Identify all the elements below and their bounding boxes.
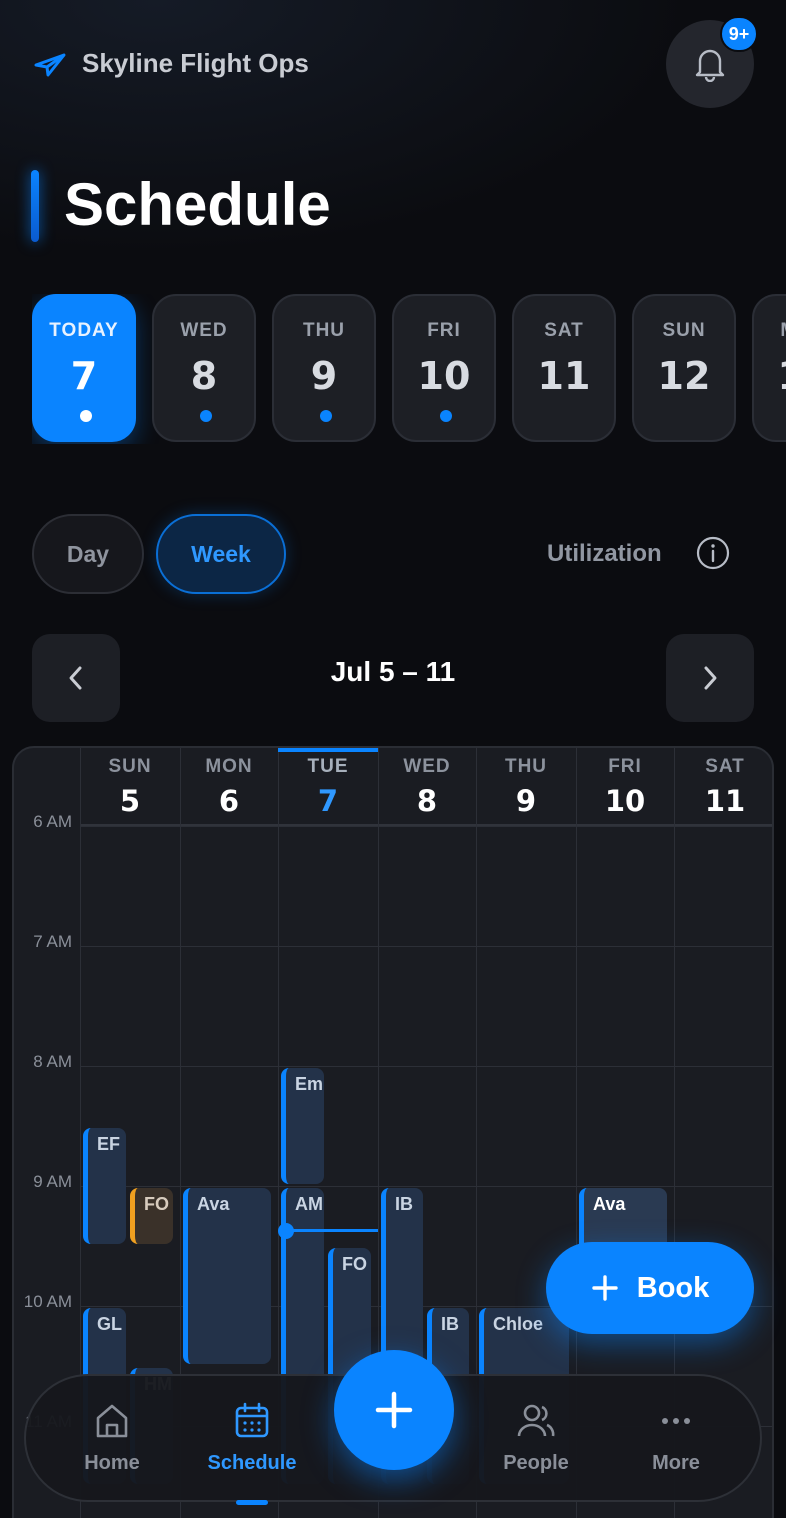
tab-label: Schedule <box>207 1452 297 1474</box>
day-header-sun[interactable]: SUN 5 <box>80 748 180 824</box>
info-icon[interactable] <box>696 536 730 570</box>
hour-label: 10 AM <box>23 1292 72 1311</box>
date-card-dow: SUN <box>662 320 706 341</box>
day-header-fri[interactable]: FRI 10 <box>576 748 674 824</box>
date-card-fri[interactable]: FRI 10 <box>392 294 496 442</box>
tab-more[interactable]: More <box>606 1400 746 1475</box>
date-card-day: 10 <box>417 354 471 398</box>
book-button[interactable]: Book <box>546 1242 754 1334</box>
tab-people[interactable]: People <box>466 1400 606 1475</box>
day-header-thu[interactable]: THU 9 <box>476 748 576 824</box>
plus-icon <box>592 1275 618 1301</box>
week-view-toggle[interactable]: Week <box>156 514 286 594</box>
day-header-date: 10 <box>604 784 646 818</box>
brand: Skyline Flight Ops <box>34 48 309 79</box>
schedule-event[interactable]: EF <box>83 1128 126 1244</box>
chevron-right-icon <box>704 666 717 690</box>
grid-hour-line <box>80 946 772 947</box>
day-header-dow: SAT <box>705 756 745 777</box>
day-header-date: 5 <box>119 784 141 818</box>
current-time-line <box>284 1229 378 1232</box>
hour-label: 7 AM <box>33 932 72 951</box>
event-dot <box>320 410 332 422</box>
date-card-dow: SAT <box>544 320 584 341</box>
schedule-event[interactable]: Emma <box>281 1068 324 1184</box>
day-header-date: 7 <box>317 784 339 818</box>
date-card-dow: MON <box>754 320 786 342</box>
date-card-sat[interactable]: SAT 11 <box>512 294 616 442</box>
date-card-today[interactable]: TODAY 7 <box>32 294 136 442</box>
date-strip: TODAY 7 WED 8 THU 9 FRI 10 SAT 11 SUN 12… <box>32 294 786 444</box>
grid-hour-line <box>80 826 772 827</box>
chevron-left-icon <box>69 666 82 690</box>
event-dot <box>80 410 92 422</box>
date-card-day: 9 <box>310 354 338 398</box>
event-dot <box>200 410 212 422</box>
add-fab-button[interactable] <box>334 1350 454 1470</box>
date-card-dow: THU <box>302 320 346 341</box>
next-week-button[interactable] <box>666 634 754 722</box>
day-header-mon[interactable]: MON 6 <box>180 748 278 824</box>
day-header-sat[interactable]: SAT 11 <box>674 748 772 824</box>
date-card-thu[interactable]: THU 9 <box>272 294 376 442</box>
day-header-date: 8 <box>416 784 438 818</box>
book-button-label: Book <box>636 1271 710 1304</box>
hour-label: 6 AM <box>33 812 72 831</box>
date-card-dow: WED <box>180 320 228 341</box>
utilization-label[interactable]: Utilization <box>547 540 662 568</box>
tab-label: More <box>652 1452 700 1474</box>
bell-icon <box>695 49 725 82</box>
notification-badge: 9+ <box>720 16 758 52</box>
date-card-wed[interactable]: WED 8 <box>152 294 256 442</box>
day-view-toggle[interactable]: Day <box>32 514 144 594</box>
tab-label: Home <box>84 1452 140 1474</box>
day-header-dow: WED <box>403 756 451 777</box>
day-header-date: 6 <box>218 784 240 818</box>
event-dot <box>440 410 452 422</box>
day-header-dow: THU <box>504 756 548 777</box>
date-card-day: 12 <box>657 354 711 398</box>
app-name: Skyline Flight Ops <box>82 48 309 78</box>
active-tab-indicator <box>236 1500 268 1505</box>
day-header-date: 9 <box>515 784 537 818</box>
paper-plane-icon <box>34 53 66 76</box>
date-card-dow: TODAY <box>49 320 119 341</box>
current-time-dot <box>278 1223 294 1239</box>
more-dots-icon <box>662 1418 690 1424</box>
date-card-day: 13 <box>754 354 786 398</box>
day-header-dow: TUE <box>307 756 349 777</box>
date-card-sun[interactable]: SUN 12 <box>632 294 736 442</box>
title-accent-bar <box>31 170 39 242</box>
people-icon <box>517 1404 555 1437</box>
date-card-day: 11 <box>537 354 591 398</box>
date-card-day: 8 <box>190 354 218 398</box>
plus-icon <box>375 1391 413 1429</box>
tab-home[interactable]: Home <box>42 1400 182 1475</box>
schedule-event[interactable]: FO <box>130 1188 173 1244</box>
grid-hour-line <box>80 1066 772 1067</box>
day-header-dow: MON <box>205 756 253 777</box>
calendar-icon <box>235 1402 269 1438</box>
hour-label: 9 AM <box>33 1172 72 1191</box>
week-range: Jul 5 – 11 <box>330 656 456 687</box>
day-header-dow: FRI <box>608 756 642 777</box>
day-header-dow: SUN <box>108 756 152 777</box>
day-header-wed[interactable]: WED 8 <box>378 748 476 824</box>
date-card-mon[interactable]: MON 13 <box>752 294 786 442</box>
home-icon <box>96 1404 128 1438</box>
previous-week-button[interactable] <box>32 634 120 722</box>
date-card-dow: FRI <box>427 320 461 341</box>
day-header-date: 11 <box>704 784 746 818</box>
tab-schedule[interactable]: Schedule <box>182 1400 322 1505</box>
hour-label: 8 AM <box>33 1052 72 1071</box>
date-card-day: 7 <box>70 354 98 398</box>
schedule-event[interactable]: Ava <box>183 1188 271 1364</box>
day-header-tue[interactable]: TUE 7 <box>278 748 378 824</box>
app-header: Skyline Flight Ops 9+ <box>0 0 786 130</box>
tab-label: People <box>503 1452 569 1474</box>
page-title: Schedule <box>64 171 331 238</box>
grid-hour-line <box>80 1186 772 1187</box>
